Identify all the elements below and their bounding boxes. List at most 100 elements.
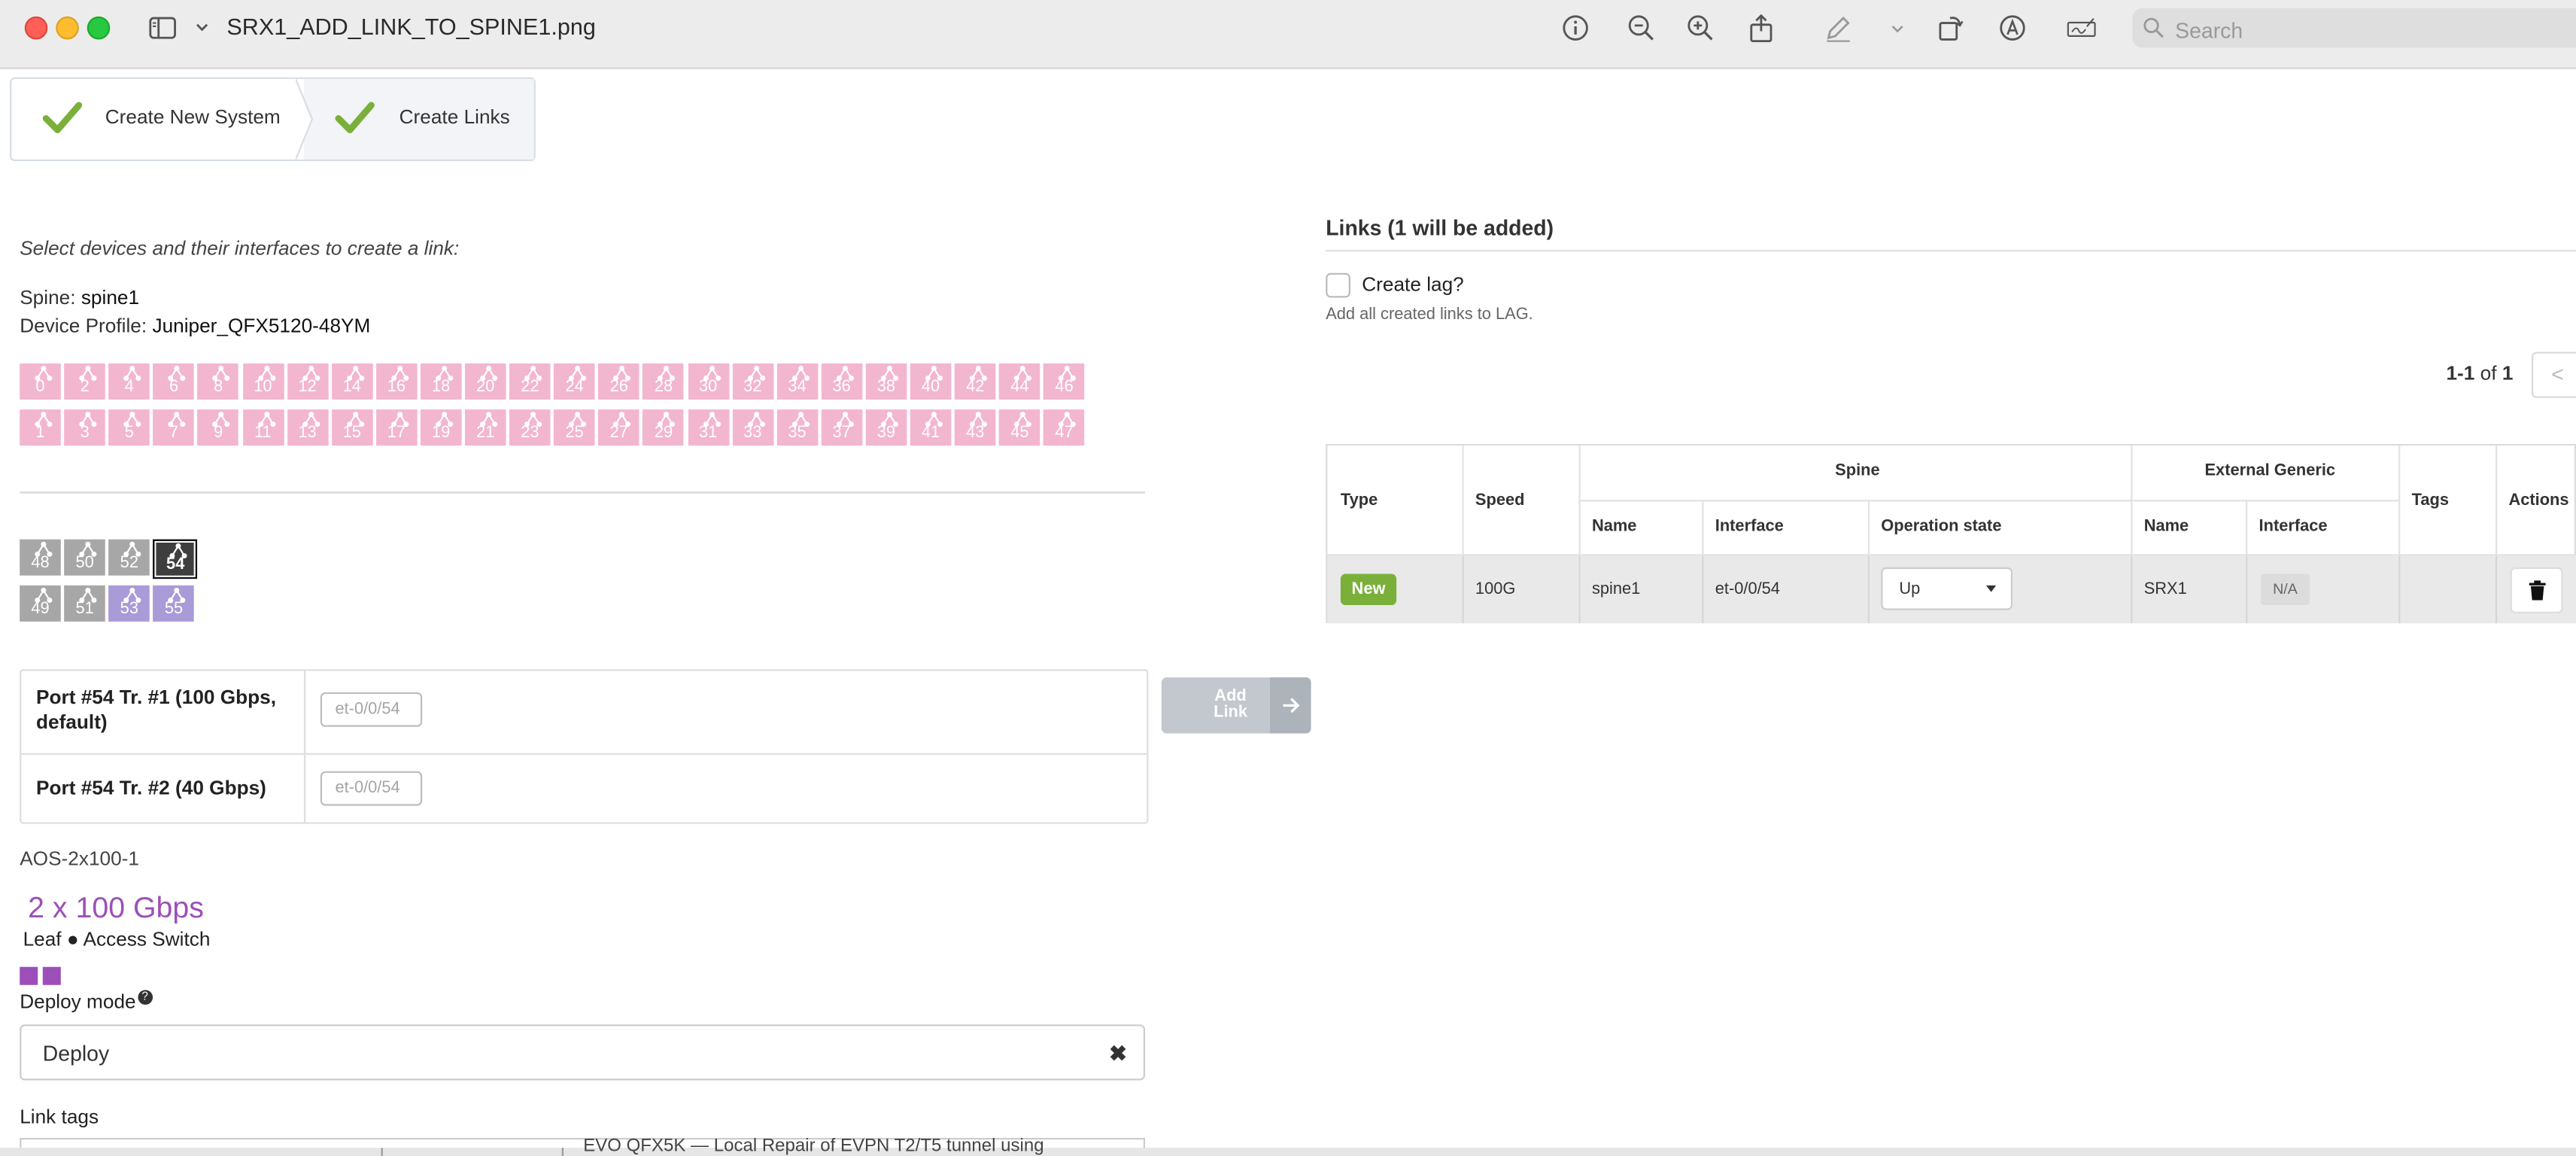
- port-35[interactable]: 35: [776, 409, 818, 446]
- port-55[interactable]: 55: [153, 585, 195, 622]
- background-window-strip: EVO QFX5K — Local Repair of EVPN T2/T5 t…: [0, 1136, 2576, 1156]
- port-40[interactable]: 40: [910, 363, 952, 400]
- column-divider: [1867, 555, 1870, 624]
- clear-icon[interactable]: ✖: [1109, 1041, 1127, 1067]
- previous-page-button[interactable]: <: [2532, 351, 2576, 398]
- port-22[interactable]: 22: [509, 363, 551, 400]
- port-13[interactable]: 13: [287, 409, 328, 446]
- port-37[interactable]: 37: [821, 409, 862, 446]
- column-divider: [2398, 555, 2401, 624]
- port-2[interactable]: 2: [64, 363, 105, 400]
- header-speed[interactable]: Speed: [1475, 491, 1525, 510]
- link-instructions: Select devices and their interfaces to c…: [20, 236, 460, 260]
- search-input[interactable]: [2171, 11, 2573, 48]
- port-icon: [257, 365, 275, 382]
- port-50[interactable]: 50: [64, 539, 105, 576]
- port-48[interactable]: 48: [20, 539, 61, 576]
- port-3[interactable]: 3: [64, 409, 105, 446]
- port-54[interactable]: 54: [153, 539, 198, 580]
- port-51[interactable]: 51: [64, 585, 105, 622]
- signature-icon[interactable]: [2067, 13, 2103, 42]
- port-icon: [346, 412, 364, 427]
- header-spine-name[interactable]: Name: [1592, 518, 1637, 536]
- port-27[interactable]: 27: [598, 409, 640, 446]
- port-24[interactable]: 24: [554, 363, 595, 400]
- port-45[interactable]: 45: [999, 409, 1040, 446]
- zoom-out-icon[interactable]: [1627, 13, 1656, 42]
- chevron-down-icon[interactable]: [187, 13, 208, 42]
- port-16[interactable]: 16: [375, 363, 418, 400]
- header-type[interactable]: Type: [1341, 491, 1378, 510]
- create-lag-checkbox[interactable]: [1326, 272, 1350, 298]
- wizard-step-create-links[interactable]: Create Links: [303, 78, 534, 160]
- port-43[interactable]: 43: [954, 409, 996, 446]
- port-6[interactable]: 6: [153, 363, 195, 400]
- port-4[interactable]: 4: [108, 363, 150, 400]
- port-52[interactable]: 52: [108, 539, 150, 576]
- add-link-button[interactable]: Add Link: [1161, 677, 1311, 734]
- port-7[interactable]: 7: [153, 409, 195, 446]
- port-1[interactable]: 1: [20, 409, 61, 446]
- rotate-icon[interactable]: [1935, 13, 1964, 42]
- annotate-icon[interactable]: [1997, 13, 2027, 42]
- create-lag-label[interactable]: Create lag?: [1362, 273, 1463, 297]
- deploy-mode-select[interactable]: Deploy ✖: [20, 1024, 1146, 1081]
- port-31[interactable]: 31: [687, 409, 729, 446]
- search-field[interactable]: [2132, 8, 2576, 48]
- port-34[interactable]: 34: [776, 363, 818, 400]
- device-profile-label: Device Profile:: [20, 314, 147, 337]
- port-38[interactable]: 38: [865, 363, 907, 400]
- header-ext-name[interactable]: Name: [2144, 518, 2189, 536]
- info-icon[interactable]: [1560, 13, 1590, 42]
- port-8[interactable]: 8: [197, 363, 239, 400]
- port-20[interactable]: 20: [464, 363, 506, 400]
- port-21[interactable]: 21: [464, 409, 506, 446]
- markup-pen-icon[interactable]: [1824, 13, 1853, 42]
- port-28[interactable]: 28: [642, 363, 685, 400]
- minimize-window-button[interactable]: [56, 16, 79, 40]
- port-33[interactable]: 33: [732, 409, 773, 446]
- port-17[interactable]: 17: [375, 409, 418, 446]
- help-icon[interactable]: ?: [137, 990, 153, 1005]
- zoom-window-button[interactable]: [87, 16, 111, 40]
- port-11[interactable]: 11: [242, 409, 284, 446]
- operation-state-select[interactable]: Up: [1881, 567, 2012, 610]
- port-29[interactable]: 29: [642, 409, 685, 446]
- port-36[interactable]: 36: [821, 363, 862, 400]
- chevron-down-icon[interactable]: [1882, 13, 1903, 42]
- header-ext-interface[interactable]: Interface: [2259, 518, 2328, 536]
- port-30[interactable]: 30: [687, 363, 729, 400]
- port-47[interactable]: 47: [1043, 409, 1085, 446]
- port-15[interactable]: 15: [331, 409, 373, 446]
- sidebar-icon[interactable]: [148, 13, 178, 42]
- port-19[interactable]: 19: [420, 409, 462, 446]
- port-0[interactable]: 0: [20, 363, 61, 400]
- port-26[interactable]: 26: [598, 363, 640, 400]
- port-32[interactable]: 32: [732, 363, 773, 400]
- port-12[interactable]: 12: [287, 363, 328, 400]
- zoom-in-icon[interactable]: [1685, 13, 1715, 42]
- port-14[interactable]: 14: [331, 363, 373, 400]
- port-5[interactable]: 5: [108, 409, 150, 446]
- port-44[interactable]: 44: [999, 363, 1040, 400]
- share-icon[interactable]: [1746, 13, 1776, 43]
- header-operation-state[interactable]: Operation state: [1881, 518, 2001, 536]
- port-42[interactable]: 42: [954, 363, 996, 400]
- port-25[interactable]: 25: [554, 409, 595, 446]
- port-10[interactable]: 10: [242, 363, 284, 400]
- header-tags[interactable]: Tags: [2412, 491, 2449, 510]
- interface-input[interactable]: [320, 771, 423, 806]
- port-46[interactable]: 46: [1043, 363, 1085, 400]
- close-window-button[interactable]: [24, 16, 48, 40]
- port-9[interactable]: 9: [197, 409, 239, 446]
- port-23[interactable]: 23: [509, 409, 551, 446]
- interface-input[interactable]: [320, 692, 423, 727]
- port-41[interactable]: 41: [910, 409, 952, 446]
- port-18[interactable]: 18: [420, 363, 462, 400]
- header-spine-interface[interactable]: Interface: [1715, 518, 1784, 536]
- port-49[interactable]: 49: [20, 585, 61, 622]
- port-53[interactable]: 53: [108, 585, 150, 622]
- port-39[interactable]: 39: [865, 409, 907, 446]
- delete-link-button[interactable]: [2510, 567, 2563, 613]
- wizard-step-create-new-system[interactable]: Create New System: [11, 79, 304, 160]
